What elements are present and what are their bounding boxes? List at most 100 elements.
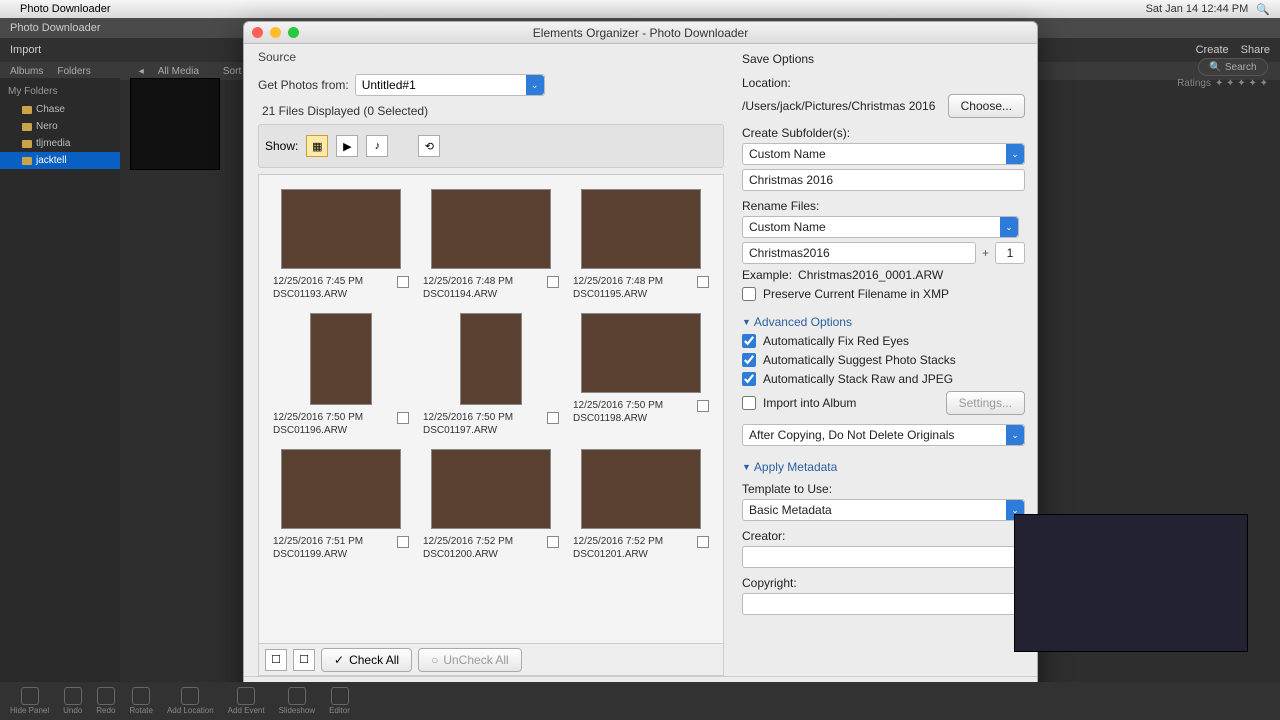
chevron-down-icon: ⌄ <box>1006 144 1024 164</box>
thumbnail[interactable]: 12/25/2016 7:48 PMDSC01194.ARW <box>423 189 559 301</box>
import-button[interactable]: Import <box>10 44 41 56</box>
sidebar-item-nero[interactable]: Nero <box>0 118 120 135</box>
toolbar-undo[interactable]: Undo <box>63 687 82 715</box>
sidebar-item-chase[interactable]: Chase <box>0 101 120 118</box>
sidebar-header: My Folders <box>0 82 120 101</box>
toolbar-hide-panel[interactable]: Hide Panel <box>10 687 49 715</box>
thumbnail-image[interactable] <box>581 189 701 269</box>
rename-base-input[interactable]: Christmas2016 <box>742 242 976 264</box>
thumbnail-date: 12/25/2016 7:45 PM <box>273 275 391 288</box>
sidebar-item-label: jacktell <box>36 155 67 166</box>
suggest-stacks-checkbox[interactable] <box>742 353 756 367</box>
select-all-icon[interactable]: ☐ <box>265 649 287 671</box>
albums-tab[interactable]: Albums <box>10 66 43 77</box>
advanced-options-disclosure[interactable]: ▼ Advanced Options <box>742 315 1025 329</box>
toolbar-add-event[interactable]: Add Event <box>228 687 265 715</box>
subfolder-name-input[interactable]: Christmas 2016 <box>742 169 1025 191</box>
fix-redeye-checkbox[interactable] <box>742 334 756 348</box>
import-album-checkbox[interactable] <box>742 396 756 410</box>
rename-mode-dropdown[interactable]: Custom Name⌄ <box>742 216 1019 238</box>
thumbnail-checkbox[interactable] <box>547 536 559 548</box>
source-pane: Source Get Photos from: Untitled#1 ⌄ 21 … <box>244 44 734 676</box>
thumbnail-checkbox[interactable] <box>697 536 709 548</box>
thumbnail-image[interactable] <box>431 189 551 269</box>
thumbnail-image[interactable] <box>581 449 701 529</box>
toolbar-icon <box>331 687 349 705</box>
close-icon[interactable] <box>252 27 263 38</box>
thumbnail-image[interactable] <box>310 313 372 405</box>
share-button[interactable]: Share <box>1241 44 1270 56</box>
subfolder-mode-dropdown[interactable]: Custom Name⌄ <box>742 143 1025 165</box>
thumbnail-checkbox[interactable] <box>697 400 709 412</box>
thumbnail-image[interactable] <box>431 449 551 529</box>
stack-raw-jpeg-checkbox[interactable] <box>742 372 756 386</box>
toolbar-redo[interactable]: Redo <box>96 687 115 715</box>
window-controls[interactable] <box>252 27 299 38</box>
toolbar-icon <box>97 687 115 705</box>
thumbnail-date: 12/25/2016 7:48 PM <box>423 275 541 288</box>
uncheck-all-button[interactable]: ○UnCheck All <box>418 648 522 672</box>
ratings-filter[interactable]: Ratings✦ ✦ ✦ ✦ ✦ <box>1177 78 1268 89</box>
sidebar-item-jacktell[interactable]: jacktell <box>0 152 120 169</box>
toolbar-add-location[interactable]: Add Location <box>167 687 214 715</box>
creator-input[interactable] <box>742 546 1025 568</box>
refresh-button[interactable]: ⟲ <box>418 135 440 157</box>
mac-menubar: Photo Downloader Sat Jan 14 12:44 PM 🔍 <box>0 0 1280 18</box>
show-audio-toggle[interactable]: ♪ <box>366 135 388 157</box>
get-photos-from-label: Get Photos from: <box>258 78 349 92</box>
thumbnail[interactable]: 12/25/2016 7:52 PMDSC01200.ARW <box>423 449 559 561</box>
thumbnail[interactable]: 12/25/2016 7:50 PMDSC01197.ARW <box>423 313 559 437</box>
after-copy-dropdown[interactable]: After Copying, Do Not Delete Originals⌄ <box>742 424 1025 446</box>
device-dropdown[interactable]: Untitled#1 ⌄ <box>355 74 545 96</box>
preserve-xmp-checkbox[interactable] <box>742 287 756 301</box>
thumbnail-image[interactable] <box>460 313 522 405</box>
all-media-label[interactable]: All Media <box>158 66 199 77</box>
import-album-label: Import into Album <box>763 396 856 410</box>
thumbnail-checkbox[interactable] <box>397 276 409 288</box>
thumbnail[interactable]: 12/25/2016 7:52 PMDSC01201.ARW <box>573 449 709 561</box>
thumbnail-image[interactable] <box>581 313 701 393</box>
thumbnail[interactable]: 12/25/2016 7:48 PMDSC01195.ARW <box>573 189 709 301</box>
thumbnail-date: 12/25/2016 7:52 PM <box>573 535 691 548</box>
metadata-template-dropdown[interactable]: Basic Metadata⌄ <box>742 499 1025 521</box>
check-all-button[interactable]: ✓Check All <box>321 648 412 672</box>
zoom-icon[interactable] <box>288 27 299 38</box>
thumbnail-image[interactable] <box>281 189 401 269</box>
minimize-icon[interactable] <box>270 27 281 38</box>
toolbar-icon <box>64 687 82 705</box>
spotlight-icon[interactable]: 🔍 <box>1256 3 1270 16</box>
toolbar-editor[interactable]: Editor <box>329 687 350 715</box>
thumbnail-checkbox[interactable] <box>547 276 559 288</box>
thumbnail-checkbox[interactable] <box>397 412 409 424</box>
thumbnail-checkbox[interactable] <box>697 276 709 288</box>
deselect-all-icon[interactable]: ☐ <box>293 649 315 671</box>
choose-location-button[interactable]: Choose... <box>948 94 1025 118</box>
menubar-app-name[interactable]: Photo Downloader <box>20 3 111 15</box>
thumbnail-grid[interactable]: 12/25/2016 7:45 PMDSC01193.ARW12/25/2016… <box>258 174 724 644</box>
thumbnail[interactable]: 12/25/2016 7:51 PMDSC01199.ARW <box>273 449 409 561</box>
folders-tab[interactable]: Folders <box>57 66 90 77</box>
rename-start-input[interactable]: 1 <box>995 242 1025 264</box>
thumbnail-image[interactable] <box>281 449 401 529</box>
create-button[interactable]: Create <box>1196 44 1229 56</box>
chevron-down-icon: ⌄ <box>1006 425 1024 445</box>
copyright-label: Copyright: <box>742 576 1025 590</box>
thumbnail-checkbox[interactable] <box>397 536 409 548</box>
toolbar-slideshow[interactable]: Slideshow <box>279 687 315 715</box>
thumbnail-checkbox[interactable] <box>547 412 559 424</box>
rename-label: Rename Files: <box>742 199 1025 213</box>
example-value: Christmas2016_0001.ARW <box>798 268 943 282</box>
thumbnail-filename: DSC01195.ARW <box>573 288 691 301</box>
dialog-titlebar[interactable]: Elements Organizer - Photo Downloader <box>244 22 1037 44</box>
show-videos-toggle[interactable]: ▶ <box>336 135 358 157</box>
search-field[interactable]: 🔍 Search <box>1198 58 1268 76</box>
thumbnail[interactable]: 12/25/2016 7:50 PMDSC01198.ARW <box>573 313 709 437</box>
sidebar-item-tljmedia[interactable]: tljmedia <box>0 135 120 152</box>
apply-metadata-disclosure[interactable]: ▼ Apply Metadata <box>742 460 1025 474</box>
copyright-input[interactable] <box>742 593 1025 615</box>
thumbnail[interactable]: 12/25/2016 7:50 PMDSC01196.ARW <box>273 313 409 437</box>
album-settings-button[interactable]: Settings... <box>946 391 1025 415</box>
show-photos-toggle[interactable]: ▦ <box>306 135 328 157</box>
toolbar-rotate[interactable]: Rotate <box>129 687 153 715</box>
thumbnail[interactable]: 12/25/2016 7:45 PMDSC01193.ARW <box>273 189 409 301</box>
